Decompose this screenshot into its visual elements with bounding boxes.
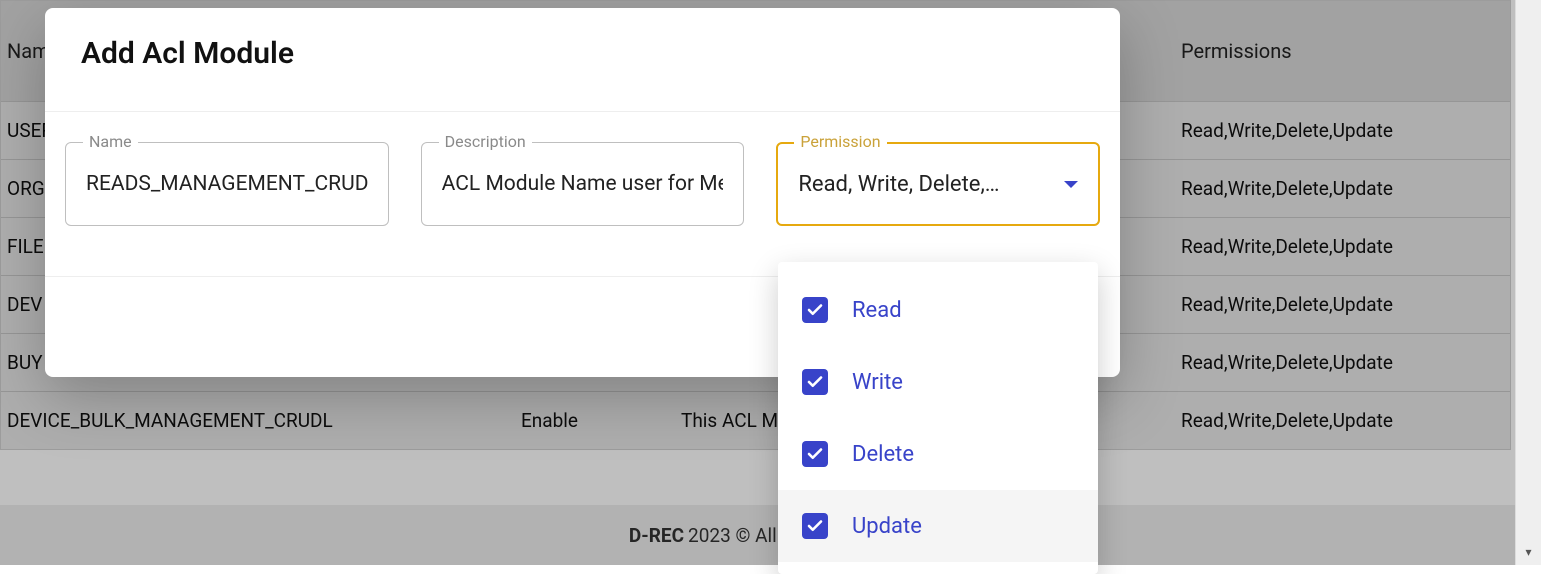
description-label: Description <box>439 132 532 151</box>
checkbox-checked-icon[interactable] <box>802 513 828 539</box>
permission-select[interactable]: Read, Write, Delete,… <box>776 142 1100 226</box>
scroll-track[interactable] <box>1516 0 1541 539</box>
vertical-scrollbar[interactable]: ▾ <box>1515 0 1541 565</box>
option-label: Read <box>852 298 902 323</box>
permission-option-update[interactable]: Update <box>778 490 1098 562</box>
permission-option-read[interactable]: Read <box>778 274 1098 346</box>
permission-option-delete[interactable]: Delete <box>778 418 1098 490</box>
name-field[interactable] <box>65 142 389 226</box>
checkbox-checked-icon[interactable] <box>802 369 828 395</box>
description-field[interactable] <box>421 142 745 226</box>
permission-label: Permission <box>794 132 886 151</box>
name-field-wrapper: Name <box>65 142 389 226</box>
scroll-down-button[interactable]: ▾ <box>1516 539 1541 565</box>
checkbox-checked-icon[interactable] <box>802 297 828 323</box>
dialog-body: Name Description Read, Write, Delete,… P… <box>45 112 1120 277</box>
option-label: Delete <box>852 442 914 467</box>
permission-value: Read, Write, Delete,… <box>798 172 1056 197</box>
permission-option-write[interactable]: Write <box>778 346 1098 418</box>
permission-field-wrapper: Read, Write, Delete,… Permission <box>776 142 1100 226</box>
checkbox-checked-icon[interactable] <box>802 441 828 467</box>
description-input[interactable] <box>442 172 724 196</box>
option-label: Write <box>852 370 903 395</box>
name-input[interactable] <box>86 172 368 196</box>
chevron-down-icon <box>1064 181 1078 188</box>
dialog-title: Add Acl Module <box>81 36 1084 71</box>
permission-dropdown: Read Write Delete Update <box>778 262 1098 574</box>
option-label: Update <box>852 514 922 539</box>
chevron-down-icon: ▾ <box>1525 545 1531 559</box>
description-field-wrapper: Description <box>421 142 745 226</box>
dialog-header: Add Acl Module <box>45 8 1120 112</box>
name-label: Name <box>83 132 138 151</box>
